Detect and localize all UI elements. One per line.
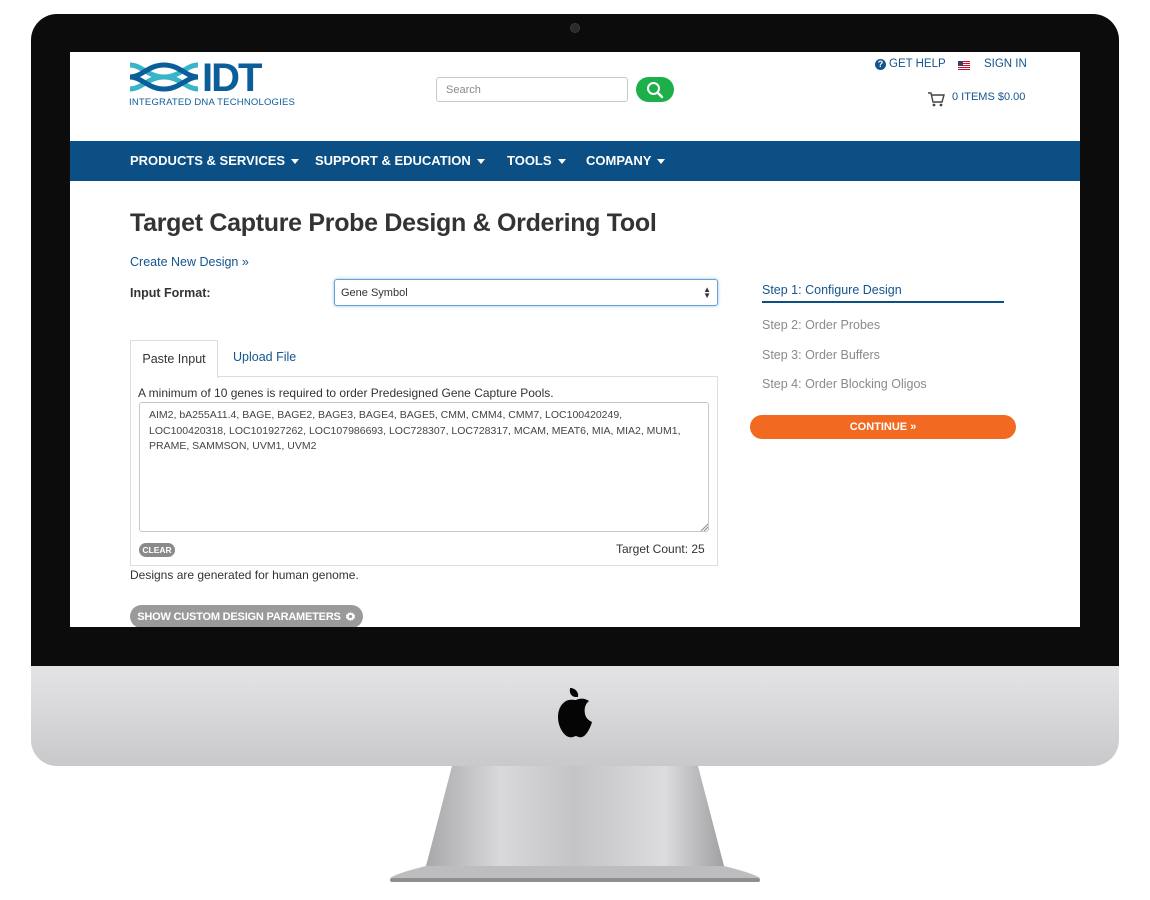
nav-company[interactable]: COMPANY xyxy=(586,141,666,181)
nav-products-services[interactable]: PRODUCTS & SERVICES xyxy=(130,141,300,181)
help-icon: ? xyxy=(875,58,886,70)
page-title: Target Capture Probe Design & Ordering T… xyxy=(130,209,657,237)
caret-down-icon xyxy=(557,158,566,164)
nav-label: PRODUCTS & SERVICES xyxy=(130,153,286,168)
search-button[interactable] xyxy=(636,77,674,102)
select-arrows-icon: ▲ ▼ xyxy=(703,284,711,300)
active-step-underline xyxy=(762,301,1004,303)
step-order-probes[interactable]: Step 2: Order Probes xyxy=(762,318,880,332)
us-flag-icon[interactable] xyxy=(958,61,970,70)
tab-paste-input[interactable]: Paste Input xyxy=(130,340,218,378)
tab-upload-file[interactable]: Upload File xyxy=(233,350,296,364)
apple-logo-icon xyxy=(558,688,592,738)
svg-text:IDT: IDT xyxy=(202,57,262,100)
input-format-label: Input Format: xyxy=(130,286,211,300)
clear-button[interactable]: CLEAR xyxy=(139,543,175,557)
monitor-stand xyxy=(390,766,760,882)
nav-tools[interactable]: TOOLS xyxy=(507,141,566,181)
main-nav: PRODUCTS & SERVICES SUPPORT & EDUCATION … xyxy=(70,141,1080,181)
search-icon xyxy=(647,81,664,98)
create-new-design-link[interactable]: Create New Design » xyxy=(130,255,249,269)
nav-label: COMPANY xyxy=(586,153,652,168)
minimum-genes-note: A minimum of 10 genes is required to ord… xyxy=(138,386,554,400)
input-format-select[interactable]: Gene Symbol ▲ ▼ xyxy=(334,279,718,306)
cart-icon[interactable] xyxy=(927,90,945,108)
caret-down-icon xyxy=(657,158,666,164)
human-genome-note: Designs are generated for human genome. xyxy=(130,568,359,582)
get-help-link[interactable]: ? GET HELP xyxy=(875,58,946,70)
resize-handle-icon[interactable] xyxy=(700,523,708,531)
custom-params-label: SHOW CUSTOM DESIGN PARAMETERS xyxy=(137,610,341,623)
cart-summary[interactable]: 0 ITEMS $0.00 xyxy=(952,91,1025,103)
step-configure-design[interactable]: Step 1: Configure Design xyxy=(762,283,902,297)
browser-screen: IDT INTEGRATED DNA TECHNOLOGIES ? GET HE… xyxy=(70,52,1080,627)
gene-list-textarea[interactable]: AIM2, bA255A11.4, BAGE, BAGE2, BAGE3, BA… xyxy=(139,402,709,532)
continue-button[interactable]: CONTINUE » xyxy=(750,415,1016,439)
step-order-buffers[interactable]: Step 3: Order Buffers xyxy=(762,348,880,362)
target-count: Target Count: 25 xyxy=(616,542,705,556)
input-format-value: Gene Symbol xyxy=(341,286,408,299)
get-help-label: GET HELP xyxy=(889,58,946,70)
logo-tagline: INTEGRATED DNA TECHNOLOGIES xyxy=(129,97,296,108)
nav-label: SUPPORT & EDUCATION xyxy=(315,153,471,168)
nav-label: TOOLS xyxy=(507,153,552,168)
camera xyxy=(571,24,579,32)
caret-down-icon xyxy=(291,158,300,164)
caret-down-icon xyxy=(476,158,485,164)
nav-support-education[interactable]: SUPPORT & EDUCATION xyxy=(315,141,485,181)
show-custom-design-parameters-button[interactable]: SHOW CUSTOM DESIGN PARAMETERS xyxy=(130,605,363,627)
step-order-blocking-oligos[interactable]: Step 4: Order Blocking Oligos xyxy=(762,377,927,391)
search-input[interactable] xyxy=(436,77,628,102)
sign-in-link[interactable]: SIGN IN xyxy=(984,58,1027,70)
gear-icon xyxy=(345,611,355,622)
